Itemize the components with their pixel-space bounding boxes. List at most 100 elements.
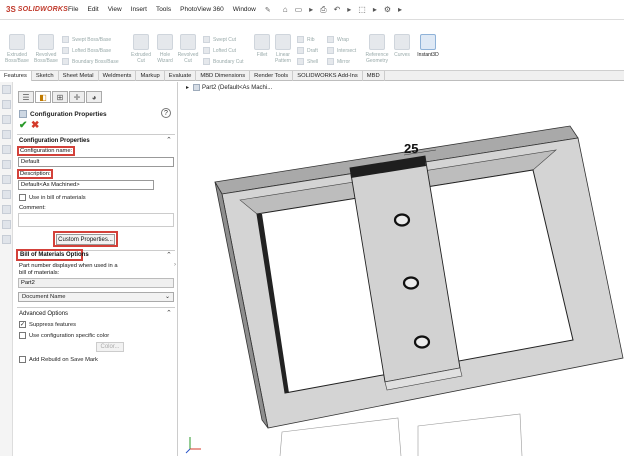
- strip-icon[interactable]: [2, 100, 11, 109]
- command-manager-tabs: Features Sketch Sheet Metal Weldments Ma…: [0, 70, 624, 81]
- description-input[interactable]: Default<As Machined>: [18, 180, 154, 190]
- boundary-boss-icon: [62, 58, 69, 65]
- panel-splitter-handle[interactable]: ›: [174, 262, 176, 268]
- tab-sketch[interactable]: Sketch: [32, 71, 59, 81]
- comment-input[interactable]: [18, 213, 174, 227]
- menu-edit[interactable]: Edit: [87, 6, 98, 13]
- cancel-button[interactable]: ✖: [31, 120, 39, 131]
- dimension-annotation[interactable]: 25: [404, 141, 418, 156]
- strip-icon[interactable]: [2, 160, 11, 169]
- dropdown-arrow-icon[interactable]: ▸: [309, 5, 313, 14]
- linear-pattern-button[interactable]: Linear Pattern: [272, 34, 294, 64]
- shell-button[interactable]: Shell: [297, 58, 318, 65]
- home-icon[interactable]: ⌂: [283, 5, 288, 14]
- dropdown-arrow-icon[interactable]: ▸: [398, 5, 402, 14]
- fillet-button[interactable]: Fillet: [253, 34, 271, 58]
- dropdown-arrow-icon[interactable]: ▸: [373, 5, 377, 14]
- lofted-cut-button[interactable]: Lofted Cut: [203, 47, 236, 54]
- tab-weldments[interactable]: Weldments: [99, 71, 137, 81]
- expand-arrow-icon[interactable]: ▸: [186, 84, 189, 91]
- strip-icon[interactable]: [2, 205, 11, 214]
- strip-icon[interactable]: [2, 85, 11, 94]
- display-manager-tab[interactable]: ◕: [86, 91, 102, 103]
- strip-icon[interactable]: [2, 220, 11, 229]
- help-icon[interactable]: ?: [161, 108, 171, 118]
- tab-markup[interactable]: Markup: [136, 71, 165, 81]
- boundary-cut-button[interactable]: Boundary Cut: [203, 58, 244, 65]
- rib-button[interactable]: Rib: [297, 36, 315, 43]
- tab-mbd-dimensions[interactable]: MBD Dimensions: [196, 71, 251, 81]
- use-in-bom-checkbox[interactable]: Use in bill of materials: [19, 194, 86, 201]
- options-gear-icon[interactable]: ⚙: [384, 5, 391, 14]
- solidworks-logo[interactable]: 3S SOLIDWORKS: [6, 5, 68, 14]
- undo-icon[interactable]: ↶: [334, 5, 341, 14]
- intersect-button[interactable]: Intersect: [327, 47, 356, 54]
- section-advanced-options[interactable]: Advanced Options: [19, 311, 68, 317]
- shell-label: Shell: [307, 58, 319, 65]
- menu-photoview[interactable]: PhotoView 360: [180, 6, 224, 13]
- tab-solidworks-addins[interactable]: SOLIDWORKS Add-Ins: [293, 71, 363, 81]
- menu-file[interactable]: File: [68, 6, 78, 13]
- pin-icon[interactable]: ✎: [265, 6, 271, 14]
- strip-icon[interactable]: [2, 235, 11, 244]
- section-bom-options[interactable]: Bill of Materials Options: [20, 252, 89, 258]
- tab-render-tools[interactable]: Render Tools: [250, 71, 294, 81]
- add-rebuild-checkbox[interactable]: Add Rebuild on Save Mark: [19, 356, 98, 363]
- property-manager-tab[interactable]: ◧: [35, 91, 51, 103]
- dropdown-arrow-icon[interactable]: ▸: [347, 5, 351, 14]
- strip-icon[interactable]: [2, 130, 11, 139]
- strip-icon[interactable]: [2, 190, 11, 199]
- extruded-cut-button[interactable]: Extruded Cut: [128, 34, 154, 64]
- curves-button[interactable]: Curves: [394, 34, 410, 58]
- config-name-input[interactable]: Default: [18, 157, 174, 167]
- reference-geometry-button[interactable]: Reference Geometry: [362, 34, 392, 64]
- part-number-input[interactable]: Part2: [18, 278, 174, 288]
- configuration-manager-tab[interactable]: ⊞: [52, 91, 68, 103]
- strip-icon[interactable]: [2, 175, 11, 184]
- print-icon[interactable]: ⎙: [320, 5, 326, 15]
- suppress-features-label: Suppress features: [29, 321, 77, 328]
- menu-window[interactable]: Window: [233, 6, 256, 13]
- feature-manager-tab[interactable]: ☰: [18, 91, 34, 103]
- tab-mbd[interactable]: MBD: [363, 71, 385, 81]
- lofted-boss-button[interactable]: Lofted Boss/Base: [62, 47, 111, 54]
- revolved-boss-button[interactable]: Revolved Boss/Base: [32, 34, 60, 64]
- graphics-area[interactable]: [178, 82, 624, 456]
- collapse-icon[interactable]: ⌃: [166, 136, 172, 144]
- menu-tools[interactable]: Tools: [156, 6, 171, 13]
- mirror-button[interactable]: Mirror: [327, 58, 350, 65]
- strip-icon[interactable]: [2, 145, 11, 154]
- revolved-cut-button[interactable]: Revolved Cut: [176, 34, 200, 64]
- ok-button[interactable]: ✔: [19, 120, 27, 131]
- dimxpert-manager-tab[interactable]: ✛: [69, 91, 85, 103]
- extruded-boss-button[interactable]: Extruded Boss/Base: [4, 34, 30, 64]
- swept-boss-label: Swept Boss/Base: [72, 36, 112, 43]
- swept-boss-button[interactable]: Swept Boss/Base: [62, 36, 111, 43]
- config-name-label: Configuration name:: [20, 148, 73, 154]
- menu-view[interactable]: View: [108, 6, 122, 13]
- new-document-icon[interactable]: ▭: [295, 5, 303, 14]
- strip-icon[interactable]: [2, 115, 11, 124]
- tab-sheet-metal[interactable]: Sheet Metal: [59, 71, 99, 81]
- wrap-button[interactable]: Wrap: [327, 36, 349, 43]
- custom-properties-button[interactable]: Custom Properties...: [56, 234, 115, 245]
- document-name-select[interactable]: Document Name ⌄: [18, 292, 174, 302]
- collapse-icon[interactable]: ⌃: [166, 309, 172, 317]
- hole-wizard-button[interactable]: Hole Wizard: [155, 34, 175, 64]
- boundary-boss-button[interactable]: Boundary Boss/Base: [62, 58, 119, 65]
- menu-insert[interactable]: Insert: [131, 6, 147, 13]
- suppress-features-checkbox[interactable]: ✓ Suppress features: [19, 321, 76, 328]
- flyout-feature-tree[interactable]: ▸ Part2 (Default<As Machi...: [186, 84, 272, 91]
- section-configuration-properties[interactable]: Configuration Properties: [19, 138, 90, 144]
- ds-logo-icon: 3S: [6, 5, 16, 14]
- select-icon[interactable]: ⬚: [358, 5, 366, 14]
- instant3d-icon: [420, 34, 436, 50]
- swept-cut-button[interactable]: Swept Cut: [203, 36, 236, 43]
- collapse-icon[interactable]: ⌃: [166, 251, 172, 259]
- use-config-color-checkbox[interactable]: Use configuration specific color: [19, 332, 109, 339]
- color-button[interactable]: Color...: [96, 342, 124, 352]
- instant3d-button[interactable]: Instant3D: [414, 34, 442, 58]
- draft-button[interactable]: Draft: [297, 47, 318, 54]
- tab-evaluate[interactable]: Evaluate: [165, 71, 197, 81]
- tab-features[interactable]: Features: [0, 71, 32, 81]
